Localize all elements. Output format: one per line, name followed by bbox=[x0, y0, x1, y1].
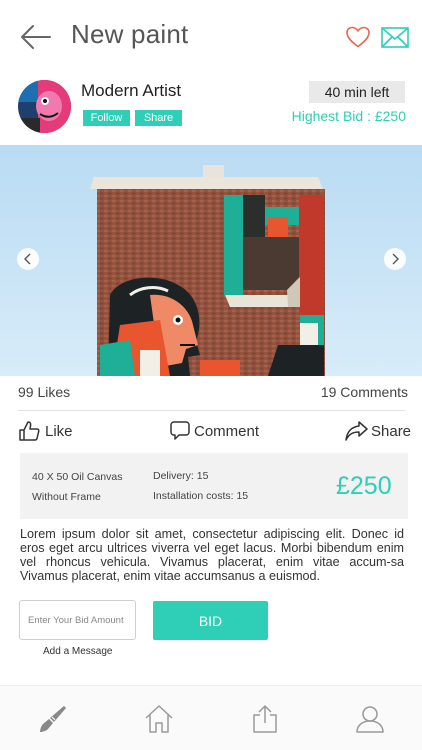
tab-paint[interactable] bbox=[38, 704, 68, 734]
divider bbox=[18, 410, 405, 411]
comment-button[interactable]: Comment bbox=[170, 420, 266, 444]
mail-icon bbox=[381, 27, 409, 48]
bid-amount-input[interactable] bbox=[19, 600, 136, 640]
back-button[interactable] bbox=[18, 22, 52, 52]
tab-home[interactable] bbox=[144, 704, 174, 734]
delivery-cost: Delivery: 15 bbox=[153, 470, 209, 482]
artwork-description: Lorem ipsum dolor sit amet, consectetur … bbox=[20, 527, 404, 583]
time-left-badge: 40 min left bbox=[309, 81, 405, 103]
installation-cost: Installation costs: 15 bbox=[153, 490, 249, 502]
previous-image-button[interactable] bbox=[17, 248, 39, 270]
share-artist-button[interactable]: Share bbox=[135, 110, 182, 126]
heart-icon bbox=[346, 26, 370, 48]
share-button[interactable]: Share bbox=[345, 420, 411, 444]
avatar[interactable] bbox=[18, 80, 71, 133]
artist-avatar-image bbox=[18, 80, 71, 133]
share-arrow-icon bbox=[345, 421, 368, 441]
arrow-left-icon bbox=[21, 25, 51, 49]
favorite-button[interactable] bbox=[345, 25, 371, 49]
home-icon bbox=[145, 705, 173, 733]
thumbs-up-icon bbox=[19, 421, 40, 441]
comments-count[interactable]: 19 Comments bbox=[321, 384, 408, 400]
bid-button[interactable]: BID bbox=[153, 601, 268, 640]
message-button[interactable] bbox=[381, 27, 409, 48]
share-upload-icon bbox=[253, 705, 277, 733]
highest-bid: Highest Bid : £250 bbox=[291, 108, 406, 124]
canvas-size: 40 X 50 Oil Canvas bbox=[32, 471, 123, 483]
follow-button[interactable]: Follow bbox=[83, 110, 130, 126]
page-title: New paint bbox=[71, 19, 189, 49]
artwork-image bbox=[0, 145, 422, 376]
tab-profile[interactable] bbox=[355, 704, 385, 734]
chevron-right-icon bbox=[392, 253, 399, 265]
header: New paint bbox=[0, 0, 422, 74]
like-button[interactable]: Like bbox=[18, 420, 78, 444]
chevron-left-icon bbox=[24, 253, 31, 265]
tab-upload[interactable] bbox=[250, 704, 280, 734]
likes-count[interactable]: 99 Likes bbox=[18, 384, 70, 400]
like-label: Like bbox=[45, 423, 73, 440]
frame-info: Without Frame bbox=[32, 491, 101, 503]
artist-name[interactable]: Modern Artist bbox=[81, 81, 181, 101]
share-label: Share bbox=[371, 423, 412, 440]
comment-icon bbox=[170, 421, 190, 440]
brush-icon bbox=[40, 706, 66, 732]
bottom-tab-bar bbox=[0, 685, 422, 750]
next-image-button[interactable] bbox=[384, 248, 406, 270]
add-message-link[interactable]: Add a Message bbox=[43, 646, 113, 657]
artwork-price: £250 bbox=[336, 472, 392, 500]
artwork-carousel[interactable] bbox=[0, 145, 422, 376]
profile-icon bbox=[356, 706, 384, 733]
comment-label: Comment bbox=[194, 423, 260, 440]
